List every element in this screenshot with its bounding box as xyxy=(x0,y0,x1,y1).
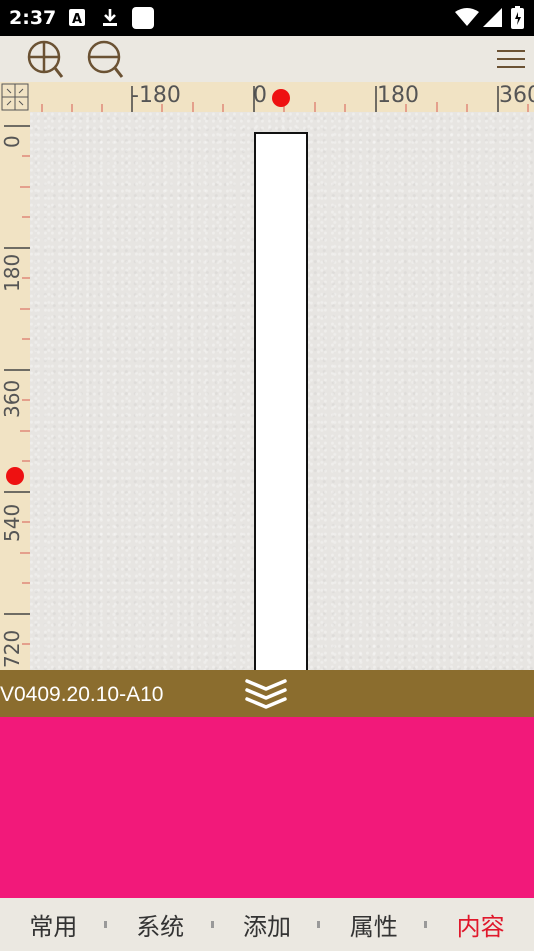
tab-common[interactable]: 常用 xyxy=(0,898,107,951)
tab-add[interactable]: 添加 xyxy=(214,898,321,951)
status-time: 2:37 xyxy=(9,7,57,29)
ruler-v-label: 540 xyxy=(0,503,24,542)
zoom-out-icon[interactable] xyxy=(86,39,126,81)
tab-content[interactable]: 内容 xyxy=(427,898,534,951)
horizontal-ruler: -180 0 180 360 xyxy=(0,82,534,112)
ruler-h-label: 360 xyxy=(499,83,534,108)
ruler-v-label: 0 xyxy=(0,135,24,148)
tab-properties[interactable]: 属性 xyxy=(320,898,428,951)
crosshair-icon[interactable] xyxy=(0,82,30,112)
canvas-area[interactable]: -180 0 180 36 0 180 360 540 720 xyxy=(0,82,534,670)
led-preview-panel[interactable] xyxy=(0,717,534,898)
ruler-h-label: 180 xyxy=(377,83,419,108)
ruler-v-label: 180 xyxy=(0,253,24,292)
version-label: V0409.20.10-A10 xyxy=(0,683,164,706)
a-notification-icon: A xyxy=(69,9,85,26)
vertical-position-marker[interactable] xyxy=(6,467,24,485)
ruler-h-label: -180 xyxy=(131,83,181,108)
menu-icon[interactable] xyxy=(497,50,525,68)
wifi-icon xyxy=(455,8,479,26)
vertical-ruler: 0 180 360 540 720 xyxy=(0,112,30,670)
svg-text:A: A xyxy=(72,12,82,26)
bottom-nav: 常用 系统 添加 属性 内容 xyxy=(0,898,534,951)
ruler-corner[interactable] xyxy=(0,82,30,112)
status-bar: 2:37 A xyxy=(0,0,534,36)
tab-label: 系统 xyxy=(136,913,185,941)
tab-label: 常用 xyxy=(29,913,78,941)
info-bar: V0409.20.10-A10 xyxy=(0,670,534,717)
ruler-v-label: 720 xyxy=(0,629,24,668)
tab-system[interactable]: 系统 xyxy=(107,898,214,951)
tab-label: 内容 xyxy=(456,913,505,941)
battery-icon xyxy=(511,6,524,29)
horizontal-position-marker[interactable] xyxy=(272,89,290,107)
ruler-h-label: 0 xyxy=(253,83,267,108)
layers-icon[interactable] xyxy=(243,675,289,711)
zoom-in-icon[interactable] xyxy=(26,39,66,81)
ruler-v-label: 360 xyxy=(0,379,24,418)
text-strip[interactable] xyxy=(254,132,308,670)
tab-label: 添加 xyxy=(242,913,291,941)
signal-icon xyxy=(483,8,502,27)
tab-label: 属性 xyxy=(349,913,398,941)
square-app-icon xyxy=(132,7,154,29)
toolbar xyxy=(0,36,534,82)
horizontal-ruler-ticks xyxy=(41,86,529,112)
download-icon xyxy=(103,9,117,26)
